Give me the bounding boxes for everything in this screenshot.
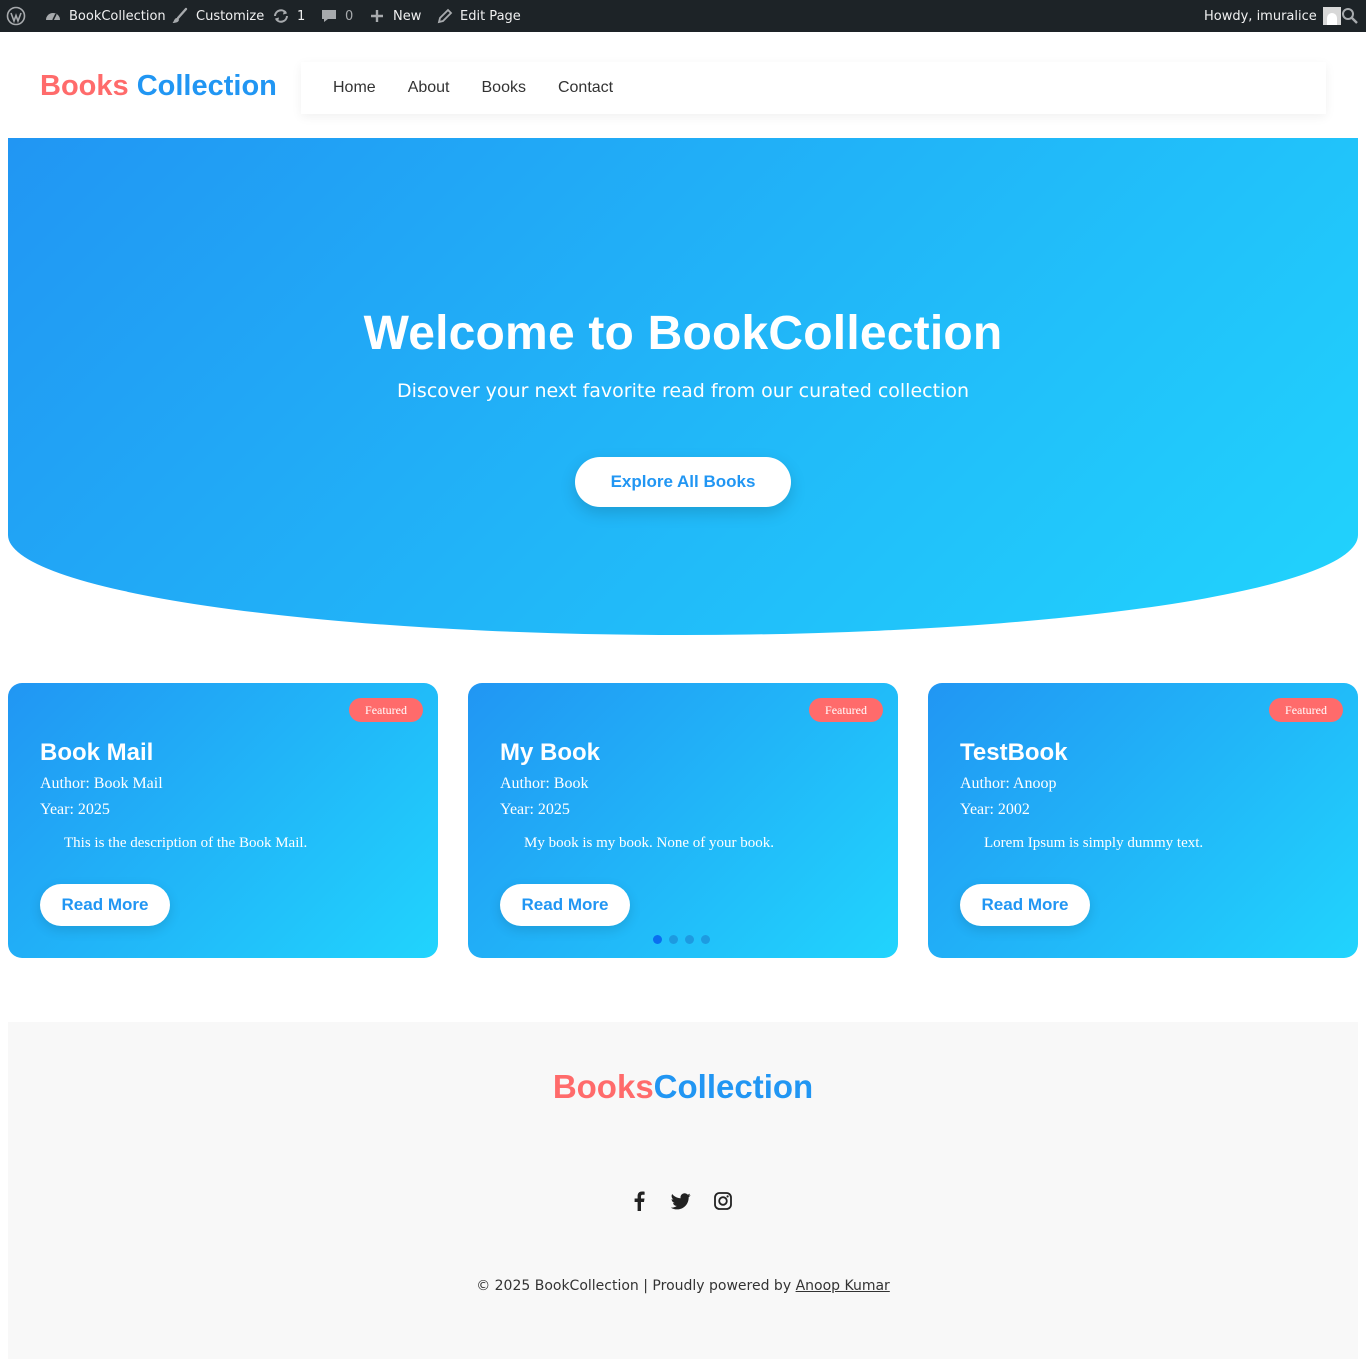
footer-logo-part-books: Books: [552, 1068, 654, 1105]
facebook-icon[interactable]: [628, 1190, 650, 1212]
my-account-menu[interactable]: Howdy, imuralice: [1204, 0, 1341, 32]
book-author: Author: Book Mail: [40, 775, 163, 792]
edit-page-label: Edit Page: [460, 8, 521, 24]
featured-badge: Featured: [349, 698, 423, 722]
pencil-icon: [434, 6, 454, 26]
book-author: Author: Anoop: [960, 775, 1057, 792]
read-more-button[interactable]: Read More: [40, 884, 170, 926]
dashboard-icon: [43, 6, 63, 26]
brush-icon: [170, 6, 190, 26]
author-link[interactable]: Anoop Kumar: [796, 1278, 890, 1294]
site-name-label: BookCollection: [69, 8, 166, 24]
avatar: [1322, 7, 1341, 25]
book-author: Author: Book: [500, 775, 589, 792]
site-name-menu[interactable]: BookCollection: [43, 0, 166, 32]
updates-count: 1: [297, 8, 306, 24]
hero-section: Welcome to BookCollection Discover your …: [8, 138, 1358, 635]
nav-item-home[interactable]: Home: [333, 79, 376, 97]
book-card: Featured Book Mail Author: Book Mail Yea…: [8, 683, 438, 958]
read-more-button[interactable]: Read More: [960, 884, 1090, 926]
twitter-icon[interactable]: [670, 1190, 692, 1212]
site-footer: BooksCollection © 2025 BookCollection | …: [8, 1022, 1358, 1359]
logo-part-books: Books: [40, 70, 129, 102]
hero-title: Welcome to BookCollection: [363, 307, 1003, 360]
logo-part-collection: Collection: [136, 70, 277, 102]
nav-item-books[interactable]: Books: [482, 79, 526, 97]
updates-menu[interactable]: 1: [271, 0, 305, 32]
carousel-dots: [653, 935, 710, 944]
nav-item-about[interactable]: About: [408, 79, 450, 97]
customize-label: Customize: [196, 8, 265, 24]
copyright-label: © 2025 BookCollection | Proudly powered …: [476, 1278, 796, 1294]
hero-subtitle: Discover your next favorite read from ou…: [397, 380, 969, 402]
nav-item-contact[interactable]: Contact: [558, 79, 613, 97]
wordpress-icon: [6, 6, 26, 26]
read-more-button[interactable]: Read More: [500, 884, 630, 926]
site-header: Books Collection Home About Books Contac…: [0, 32, 1366, 138]
comments-count: 0: [345, 8, 354, 24]
book-description: This is the description of the Book Mail…: [64, 835, 308, 851]
book-title: TestBook: [960, 739, 1068, 766]
search-icon: [1340, 6, 1360, 26]
explore-all-books-button[interactable]: Explore All Books: [575, 457, 791, 507]
book-description: Lorem Ipsum is simply dummy text.: [984, 835, 1204, 851]
howdy-label: Howdy, imuralice: [1204, 8, 1317, 24]
book-title: Book Mail: [40, 739, 154, 766]
copyright-text: © 2025 BookCollection | Proudly powered …: [8, 1278, 1358, 1294]
carousel-dot[interactable]: [685, 935, 694, 944]
book-card: Featured TestBook Author: Anoop Year: 20…: [928, 683, 1358, 958]
plus-icon: [367, 6, 387, 26]
book-card: Featured My Book Author: Book Year: 2025…: [468, 683, 898, 958]
site-logo[interactable]: Books Collection: [40, 70, 277, 103]
book-year: Year: 2002: [960, 801, 1030, 818]
carousel-dot-active[interactable]: [653, 935, 662, 944]
comments-menu[interactable]: 0: [319, 0, 353, 32]
customize-menu[interactable]: Customize: [170, 0, 264, 32]
instagram-icon[interactable]: [712, 1190, 734, 1212]
edit-page-link[interactable]: Edit Page: [434, 0, 521, 32]
book-title: My Book: [500, 739, 601, 766]
new-label: New: [393, 8, 422, 24]
footer-logo[interactable]: BooksCollection: [8, 1068, 1358, 1106]
book-year: Year: 2025: [40, 801, 110, 818]
updates-icon: [271, 6, 291, 26]
admin-bar: BookCollection Customize 1 0 New Edit Pa…: [0, 0, 1366, 32]
footer-logo-part-collection: Collection: [653, 1068, 814, 1105]
carousel-dot[interactable]: [701, 935, 710, 944]
featured-badge: Featured: [1269, 698, 1343, 722]
social-links: [628, 1190, 734, 1212]
book-year: Year: 2025: [500, 801, 570, 818]
new-content-menu[interactable]: New: [367, 0, 421, 32]
book-description: My book is my book. None of your book.: [524, 835, 774, 851]
main-navigation: Home About Books Contact: [301, 62, 1326, 114]
comment-icon: [319, 6, 339, 26]
admin-search-button[interactable]: [1340, 0, 1360, 32]
featured-badge: Featured: [809, 698, 883, 722]
carousel-dot[interactable]: [669, 935, 678, 944]
wordpress-logo-button[interactable]: [6, 0, 26, 32]
